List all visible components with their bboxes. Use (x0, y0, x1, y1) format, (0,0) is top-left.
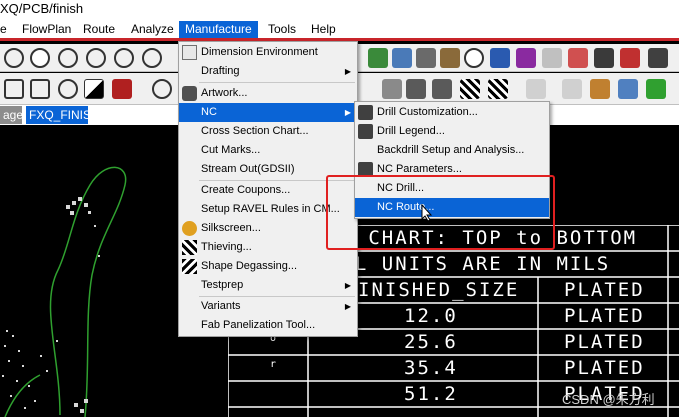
manufacture-menu: Dimension Environment Drafting ▶ Artwork… (178, 41, 358, 337)
menu-item-testprep[interactable]: Testprep ▶ (179, 276, 357, 295)
menu-item-cut-marks[interactable]: Cut Marks... (179, 141, 357, 160)
tab-fxq-finish[interactable]: FXQ_FINISH (26, 106, 100, 124)
zoom-center-icon[interactable] (142, 48, 162, 68)
route-icon[interactable] (562, 79, 582, 99)
fill-color-icon[interactable] (112, 79, 132, 99)
menu-item-variants[interactable]: Variants ▶ (179, 297, 357, 316)
highlight-icon[interactable] (516, 48, 536, 68)
menu-item-drill-customization[interactable]: Drill Customization... (355, 103, 549, 122)
drill-size: 25.6 (404, 331, 458, 353)
drill-symbol: r (270, 359, 279, 370)
color-icon[interactable] (440, 48, 460, 68)
display-icon[interactable] (416, 48, 436, 68)
menu-item-fab-panelization[interactable]: Fab Panelization Tool... (179, 316, 357, 335)
drill-plated: PLATED (564, 357, 645, 379)
place-icon[interactable] (382, 79, 402, 99)
submenu-arrow-icon: ▶ (344, 67, 351, 76)
menu-item-create-coupons[interactable]: Create Coupons... (179, 181, 357, 200)
menu-item-shape-degassing[interactable]: Shape Degassing... (179, 257, 357, 276)
visibility-icon[interactable] (464, 48, 484, 68)
submenu-arrow-icon: ▶ (344, 281, 351, 290)
menu-item-drill-legend[interactable]: Drill Legend... (355, 122, 549, 141)
zoom-out-icon[interactable] (86, 48, 106, 68)
shadow-icon[interactable] (568, 48, 588, 68)
menu-analyze[interactable]: Analyze (131, 21, 174, 38)
submenu-arrow-icon: ▶ (344, 302, 351, 311)
dehighlight-icon[interactable] (542, 48, 562, 68)
menu-edit[interactable]: e (0, 21, 7, 38)
menu-route[interactable]: Route (83, 21, 115, 38)
drill-size: 12.0 (404, 305, 458, 327)
zoom-previous-icon[interactable] (114, 48, 134, 68)
info-icon[interactable] (490, 48, 510, 68)
menu-item-nc-drill[interactable]: NC Drill... (355, 179, 549, 198)
pentagon-icon[interactable] (4, 79, 24, 99)
menu-item-stream-out[interactable]: Stream Out(GDSII) (179, 160, 357, 179)
menu-help[interactable]: Help (311, 21, 336, 38)
menu-item-dimension-environment[interactable]: Dimension Environment (179, 43, 357, 62)
zoom-in-icon[interactable] (58, 48, 78, 68)
dim-icon[interactable] (620, 48, 640, 68)
menu-item-nc-parameters[interactable]: NC Parameters... (355, 160, 549, 179)
pattern-icon[interactable] (460, 79, 480, 99)
silkscreen-icon (182, 221, 197, 236)
drill-chart-title: LL CHART: TOP to BOTTOM (328, 227, 638, 249)
menu-item-thieving[interactable]: Thieving... (179, 238, 357, 257)
menu-manufacture[interactable]: Manufacture (179, 21, 258, 38)
menu-tools[interactable]: Tools (268, 21, 296, 38)
circle-icon[interactable] (58, 79, 78, 99)
connect-icon[interactable] (526, 79, 546, 99)
nc-submenu: Drill Customization... Drill Legend... B… (354, 101, 550, 219)
drill-customization-icon (358, 105, 373, 120)
drill-size: 51.2 (404, 383, 458, 405)
drill-legend-icon (358, 124, 373, 139)
nc-parameters-icon (358, 162, 373, 177)
title-bar: XQ/PCB/finish (0, 0, 679, 18)
menu-bar: e FlowPlan Route Analyze Manufacture Too… (0, 18, 679, 41)
cube-icon[interactable] (618, 79, 638, 99)
dimension-icon (182, 45, 197, 60)
menu-item-setup-ravel-rules[interactable]: Setup RAVEL Rules in CM... (179, 200, 357, 219)
zoom-fit-icon[interactable] (30, 48, 50, 68)
window-title: XQ/PCB/finish (0, 1, 84, 16)
menu-separator (199, 82, 355, 83)
pattern-alt-icon[interactable] (488, 79, 508, 99)
drill-plated: PLATED (564, 305, 645, 327)
menu-item-nc-route[interactable]: NC Route... (355, 198, 549, 217)
rectangle-icon[interactable] (30, 79, 50, 99)
degassing-icon (182, 259, 197, 274)
menu-flowplan[interactable]: FlowPlan (22, 21, 71, 38)
thieving-icon (182, 240, 197, 255)
menu-item-backdrill-setup[interactable]: Backdrill Setup and Analysis... (355, 141, 549, 160)
header-finished-size: INISHED_SIZE (358, 279, 520, 301)
grid-icon[interactable] (368, 48, 388, 68)
submenu-arrow-icon: ▶ (344, 108, 351, 117)
layers-icon[interactable] (392, 48, 412, 68)
header-plated: PLATED (564, 279, 645, 301)
assign-color-icon[interactable] (594, 48, 614, 68)
menu-item-drafting[interactable]: Drafting ▶ (179, 62, 357, 81)
component-icon[interactable] (406, 79, 426, 99)
mouse-cursor-icon (421, 204, 433, 222)
testpoint-icon[interactable] (432, 79, 452, 99)
drill-size: 35.4 (404, 357, 458, 379)
drill-plated: PLATED (564, 331, 645, 353)
shape-fill-icon[interactable] (84, 79, 104, 99)
menu-item-cross-section-chart[interactable]: Cross Section Chart... (179, 122, 357, 141)
pin-icon[interactable] (648, 48, 668, 68)
tab-page[interactable]: age (0, 106, 23, 124)
watermark-text: CSDN @朱方利 (562, 392, 655, 407)
drill-chart-units: ALL UNITS ARE IN MILS (328, 253, 611, 275)
check-icon[interactable] (646, 79, 666, 99)
menu-item-artwork[interactable]: Artwork... (179, 84, 357, 103)
artwork-icon (182, 86, 197, 101)
menu-item-silkscreen[interactable]: Silkscreen... (179, 219, 357, 238)
zoom-points-icon[interactable] (4, 48, 24, 68)
menu-item-nc[interactable]: NC ▶ (179, 103, 357, 122)
book-icon[interactable] (590, 79, 610, 99)
search-icon[interactable] (152, 79, 172, 99)
